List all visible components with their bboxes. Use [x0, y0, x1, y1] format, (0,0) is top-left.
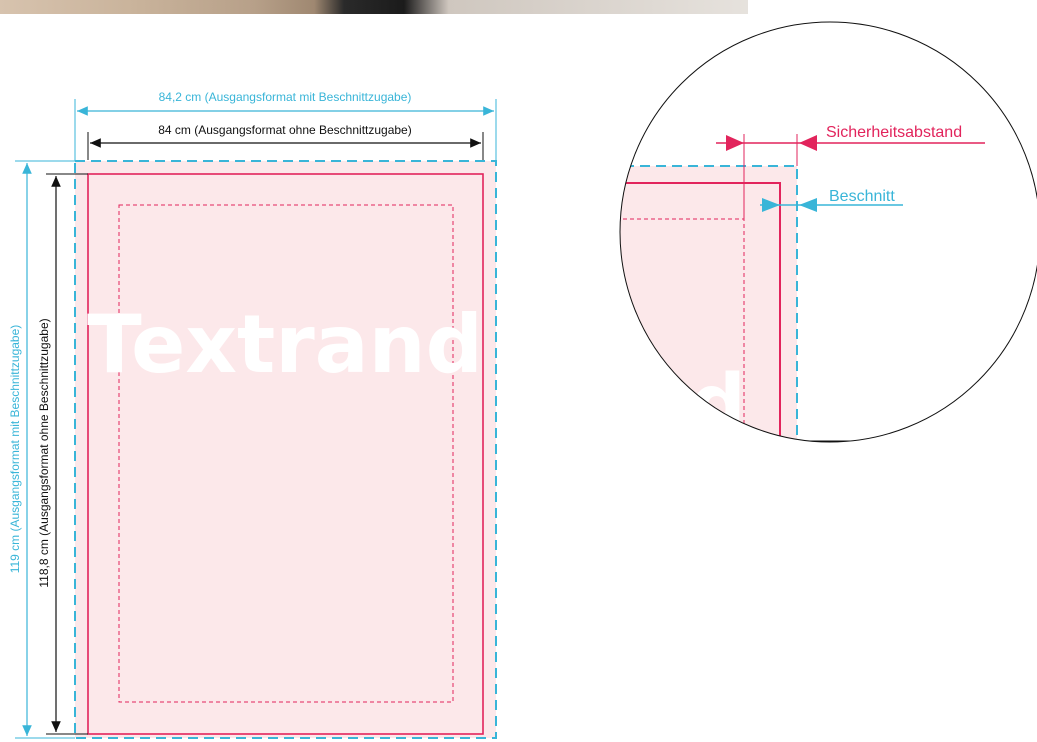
zoomed-bleed-area: [620, 166, 797, 442]
width-without-bleed-label: 84 cm (Ausgangsformat ohne Beschnittzuga…: [158, 123, 411, 137]
zoomed-watermark-letter: d: [690, 359, 746, 449]
width-with-bleed-label: 84,2 cm (Ausgangsformat mit Beschnittzug…: [159, 90, 412, 104]
dimension-width-without-bleed: 84 cm (Ausgangsformat ohne Beschnittzuga…: [87, 123, 484, 160]
magnifier-detail: d Sicherheitsabstand Beschnitt: [619, 21, 1037, 449]
poster: Textrand: [74, 160, 497, 739]
print-format-diagram: Textrand 84,2 cm (Ausgangsformat mit Bes…: [8, 21, 1037, 739]
bleed-area: [75, 161, 496, 738]
textrand-watermark: Textrand: [87, 298, 483, 391]
safety-distance-label: Sicherheitsabstand: [826, 124, 962, 141]
height-without-bleed-label: 118,8 cm (Ausgangsformat ohne Beschnittz…: [37, 318, 51, 587]
bleed-label: Beschnitt: [829, 188, 895, 205]
height-with-bleed-label: 119 cm (Ausgangsformat mit Beschnittzuga…: [8, 325, 22, 574]
